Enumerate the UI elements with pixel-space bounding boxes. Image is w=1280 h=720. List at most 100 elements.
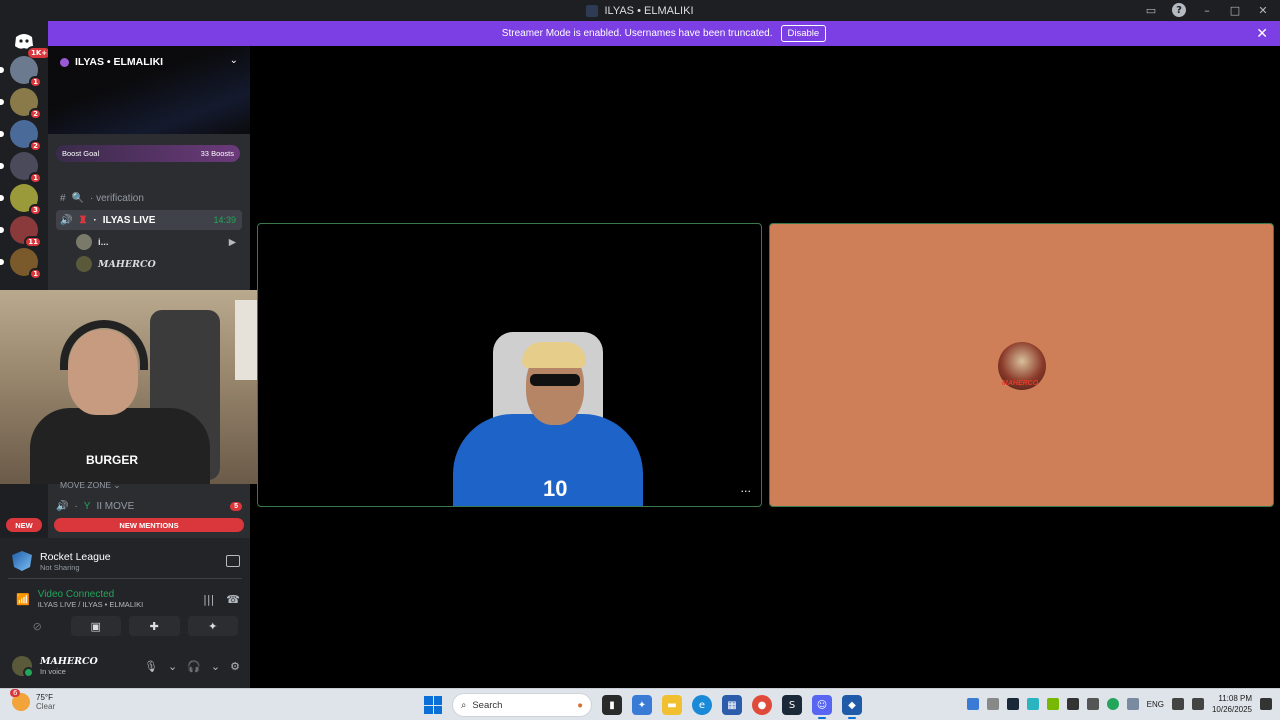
temperature: 75°F [36,693,53,702]
voice-panel: Rocket League Not Sharing 📶 Video Connec… [0,538,250,688]
taskbar: 6 75°F Clear ⌕ Search ● ▮ ✦ ▬ e ▦ ● S ☺ … [0,688,1280,720]
avatar[interactable] [12,656,34,678]
rocket-league-icon[interactable]: ◆ [842,695,862,719]
mention-badge: 2 [29,108,42,120]
voice-channel-timer: 14:39 [213,215,236,225]
mention-badge: 3 [29,204,42,216]
weather-widget[interactable]: 6 75°F Clear [10,689,56,711]
user-name[interactable]: MAHERCO [40,656,98,667]
language-indicator[interactable]: ENG [1147,700,1164,709]
soundboard-button[interactable]: ✦ [187,616,238,636]
category-move-zone[interactable]: MOVE ZONE ⌄ [60,480,121,491]
steam-tray-icon[interactable] [1006,698,1019,710]
unread-indicator [0,67,4,73]
boost-goal-bar[interactable]: Boost Goal 33 Boosts [56,145,240,162]
voice-channel-move[interactable]: 🔊 · Y II MOVE 5 [56,497,242,515]
activities-button[interactable]: ✚ [129,616,180,636]
voice-channel-label: ILYAS LIVE [102,214,156,226]
store-icon[interactable]: ▦ [722,695,742,715]
weather-badge: 6 [10,689,21,697]
more-options-icon[interactable]: ··· [741,485,752,498]
boost-count: 33 Boosts [200,149,234,158]
home-button[interactable]: 1K+ [10,27,53,60]
clock-date: 10/26/2025 [1211,705,1252,714]
weather-condition: Clear [36,702,56,711]
server-icon [60,57,69,67]
clock[interactable]: 11:08 PM 10/26/2025 [1212,693,1252,715]
windows-start-icon[interactable] [424,696,442,714]
separator-dot: · [93,214,97,226]
avatar [76,234,92,250]
nvidia-icon[interactable] [1046,698,1059,710]
server-icon-4[interactable]: 1 [0,152,42,184]
file-explorer-icon[interactable]: ▬ [662,695,682,715]
signal-icon[interactable]: 📶 [16,593,30,606]
close-window-button[interactable]: ✕ [1256,3,1270,17]
voice-channel-ilyas-live[interactable]: 🔊 ♜ · ILYAS LIVE 14:39 [56,210,242,230]
voice-user-row[interactable]: MAHERCO [76,254,242,274]
camera-off-button[interactable]: ⊘ [12,616,63,636]
usb-icon[interactable] [986,698,999,710]
video-tile-maherco[interactable]: MAHERCO [769,223,1274,507]
server-icon-1[interactable]: 1 [0,56,42,88]
voice-connection-status[interactable]: Video Connected [38,589,143,600]
new-mentions-pill[interactable]: NEW MENTIONS [54,518,244,532]
copilot-icon[interactable]: ✦ [632,695,652,715]
tray-status-icon[interactable] [1106,698,1119,710]
close-banner-icon[interactable]: ✕ [1256,25,1268,42]
trophy-icon: ♜ [78,214,88,226]
chevron-down-icon[interactable]: ⌄ [168,660,177,673]
microphone-icon[interactable] [1126,698,1139,710]
activity-row: Rocket League Not Sharing [12,546,240,576]
gear-icon[interactable]: ⚙ [230,660,240,673]
app-icon [586,4,599,17]
activity-game: Rocket League [40,550,111,563]
tray-app-icon[interactable] [966,698,979,710]
jersey-number: 10 [543,476,568,501]
steam-icon[interactable]: S [782,695,802,715]
server-icon-5[interactable]: 3 [0,184,42,216]
tray-app-icon[interactable] [1066,698,1079,710]
search-icon: ⌕ [461,699,467,711]
streamer-mode-banner: Streamer Mode is enabled. Usernames have… [48,21,1280,46]
server-icon-6[interactable]: 11 [0,216,42,248]
inbox-icon[interactable]: ▭ [1144,3,1158,17]
noise-suppression-icon[interactable]: ||| [203,593,214,606]
microphone-icon[interactable]: 🎙 [144,660,158,673]
tray-app-icon[interactable] [1086,698,1099,710]
disable-streamer-mode-button[interactable]: Disable [780,25,827,42]
network-icon[interactable] [1171,698,1184,710]
voice-controls: ⊘ ▣ ✚ ✦ [12,616,238,636]
tray-app-icon[interactable] [1026,698,1039,710]
voice-connection-location[interactable]: ILYAS LIVE / ILYAS • ELMALIKI [38,600,143,609]
voice-connection-row: 📶 Video Connected ILYAS LIVE / ILYAS • E… [16,584,240,614]
voice-user-row[interactable]: i... ▶ [76,232,242,252]
chrome-icon[interactable]: ● [752,695,772,715]
server-icon-7[interactable]: 1 [0,248,42,280]
chevron-down-icon[interactable]: ⌄ [211,660,220,673]
headphones-icon[interactable]: 🎧 [187,660,201,673]
channel-verification[interactable]: # 🔍 · verification [56,188,242,208]
task-view-icon[interactable]: ▮ [602,695,622,715]
mention-badge: 1 [29,172,42,184]
maximize-button[interactable]: □ [1228,3,1242,17]
disconnect-icon[interactable]: ☎ [226,593,240,606]
help-icon[interactable]: ? [1172,3,1186,17]
share-screen-icon[interactable] [226,555,240,567]
minimize-button[interactable]: – [1200,3,1214,17]
volume-icon[interactable] [1191,698,1204,710]
new-pill[interactable]: NEW [6,518,42,532]
unread-indicator [0,259,4,265]
discord-icon[interactable]: ☺ [812,695,832,719]
server-icon-2[interactable]: 2 [0,88,42,120]
notification-icon[interactable] [1260,698,1272,710]
taskbar-search[interactable]: ⌕ Search ● [452,693,592,717]
server-icon-3[interactable]: 2 [0,120,42,152]
mention-badge: 2 [29,140,42,152]
server-header[interactable]: ILYAS • ELMALIKI ⌄ [48,46,250,134]
screen-share-button[interactable]: ▣ [70,616,121,636]
edge-icon[interactable]: e [692,695,712,715]
chevron-down-icon[interactable]: ⌄ [230,55,238,66]
voice-user-name: MAHERCO [98,258,156,270]
video-tile-ilyas[interactable]: 10 ··· [257,223,762,507]
